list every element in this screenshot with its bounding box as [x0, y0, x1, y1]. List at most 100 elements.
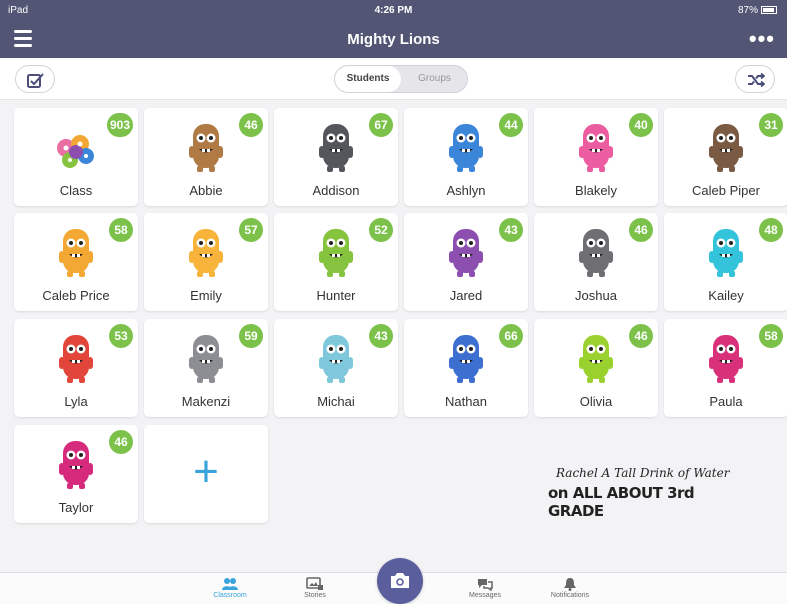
battery-icon — [761, 6, 777, 14]
student-name: Emily — [190, 288, 222, 303]
student-name: Olivia — [579, 394, 613, 409]
header-bar: Mighty Lions ••• — [0, 20, 787, 58]
student-name: Jared — [449, 288, 483, 303]
points-badge: 43 — [369, 324, 393, 348]
students-tab[interactable]: Students — [335, 66, 401, 92]
select-multiple-button[interactable] — [15, 65, 55, 93]
status-bar: iPad 4:26 PM 87% — [0, 0, 787, 20]
student-name: Addison — [312, 183, 360, 198]
student-name: Class — [59, 183, 93, 198]
points-badge: 31 — [759, 113, 783, 137]
student-name: Paula — [709, 394, 743, 409]
class-avatar-icon — [54, 118, 98, 176]
add-student-button[interactable]: + — [144, 425, 268, 523]
monster-avatar-icon — [184, 329, 228, 387]
checkbox-icon — [27, 73, 44, 88]
points-badge: 903 — [106, 113, 133, 137]
watermark-line-2: on ALL ABOUT 3rd GRADE — [548, 484, 695, 520]
student-name: Makenzi — [181, 394, 231, 409]
notifications-icon — [564, 578, 576, 591]
student-card[interactable]: Joshua 46 — [534, 213, 658, 311]
student-card[interactable]: Hunter 52 — [274, 213, 398, 311]
student-name: Caleb Price — [42, 288, 110, 303]
monster-avatar-icon — [574, 223, 618, 281]
student-card[interactable]: Addison 67 — [274, 108, 398, 206]
student-card[interactable]: Ashlyn 44 — [404, 108, 528, 206]
shuffle-icon — [748, 72, 765, 88]
monster-avatar-icon — [314, 118, 358, 176]
points-badge: 44 — [499, 113, 523, 137]
tab-notifications[interactable]: Notifications — [540, 575, 600, 599]
tab-messages[interactable]: Messages — [455, 575, 515, 599]
monster-avatar-icon — [54, 329, 98, 387]
view-segment-control: Students Groups — [334, 65, 468, 93]
points-badge: 46 — [109, 430, 133, 454]
watermark: Rachel A Tall Drink of Water on ALL ABOU… — [548, 466, 748, 520]
student-name: Nathan — [445, 394, 487, 409]
student-card[interactable]: Jared 43 — [404, 213, 528, 311]
points-badge: 46 — [629, 324, 653, 348]
points-badge: 66 — [499, 324, 523, 348]
monster-avatar-icon — [574, 118, 618, 176]
student-name: Abbie — [189, 183, 223, 198]
points-badge: 67 — [369, 113, 393, 137]
watermark-line-1: Rachel A Tall Drink of Water — [556, 466, 730, 480]
student-card[interactable]: Lyla 53 — [14, 319, 138, 417]
points-badge: 53 — [109, 324, 133, 348]
clock: 4:26 PM — [374, 5, 413, 16]
points-badge: 52 — [369, 218, 393, 242]
classroom-icon — [222, 578, 238, 590]
student-name: Joshua — [575, 288, 617, 303]
student-card[interactable]: Olivia 46 — [534, 319, 658, 417]
points-badge: 48 — [759, 218, 783, 242]
student-name: Taylor — [58, 500, 94, 515]
student-card[interactable]: Michai 43 — [274, 319, 398, 417]
student-card[interactable]: Nathan 66 — [404, 319, 528, 417]
points-badge: 46 — [239, 113, 263, 137]
student-card[interactable]: Emily 57 — [144, 213, 268, 311]
student-name: Michai — [317, 394, 355, 409]
camera-button[interactable] — [377, 558, 423, 604]
student-name: Caleb Piper — [692, 183, 760, 198]
student-name: Hunter — [316, 288, 356, 303]
tab-label: Notifications — [550, 592, 590, 599]
toolbar: Students Groups — [0, 58, 787, 100]
monster-avatar-icon — [184, 223, 228, 281]
monster-avatar-icon — [574, 329, 618, 387]
points-badge: 58 — [109, 218, 133, 242]
student-name: Blakely — [575, 183, 617, 198]
monster-avatar-icon — [704, 329, 748, 387]
student-card[interactable]: Kailey 48 — [664, 213, 787, 311]
student-card[interactable]: Caleb Price 58 — [14, 213, 138, 311]
camera-icon — [391, 573, 409, 588]
points-badge: 40 — [629, 113, 653, 137]
more-options-icon[interactable]: ••• — [749, 26, 775, 52]
battery-indicator: 87% — [738, 5, 777, 16]
plus-icon: + — [193, 447, 219, 496]
student-card[interactable]: Caleb Piper 31 — [664, 108, 787, 206]
student-name: Ashlyn — [446, 183, 486, 198]
monster-avatar-icon — [444, 118, 488, 176]
student-name: Kailey — [708, 288, 744, 303]
points-badge: 57 — [239, 218, 263, 242]
student-card[interactable]: Abbie 46 — [144, 108, 268, 206]
points-badge: 59 — [239, 324, 263, 348]
monster-avatar-icon — [314, 223, 358, 281]
groups-tab[interactable]: Groups — [401, 66, 467, 92]
random-button[interactable] — [735, 65, 775, 93]
tab-label: Stories — [304, 592, 326, 599]
monster-avatar-icon — [444, 329, 488, 387]
student-card[interactable]: Makenzi 59 — [144, 319, 268, 417]
tab-label: Messages — [469, 592, 501, 599]
monster-avatar-icon — [444, 223, 488, 281]
class-title: Mighty Lions — [347, 31, 440, 48]
monster-avatar-icon — [54, 435, 98, 493]
student-card[interactable]: Paula 58 — [664, 319, 787, 417]
monster-avatar-icon — [54, 223, 98, 281]
class-card[interactable]: Class 903 — [14, 108, 138, 206]
student-card[interactable]: Blakely 40 — [534, 108, 658, 206]
student-card[interactable]: Taylor 46 — [14, 425, 138, 523]
tab-classroom[interactable]: Classroom — [200, 575, 260, 599]
tab-stories[interactable]: Stories — [285, 575, 345, 599]
monster-avatar-icon — [704, 118, 748, 176]
